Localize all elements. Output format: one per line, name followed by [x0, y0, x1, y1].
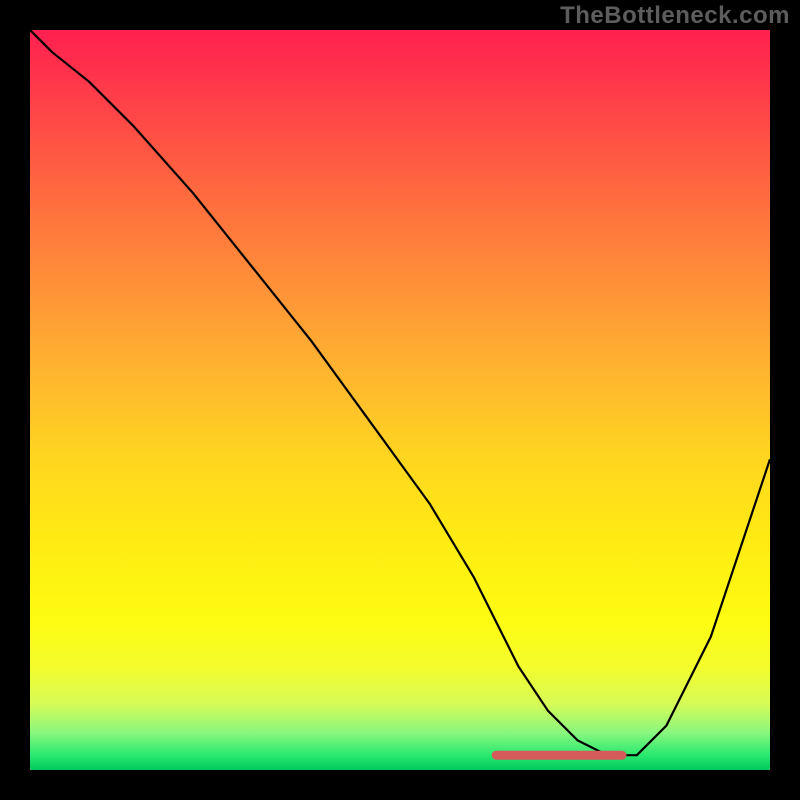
plot-area — [30, 30, 770, 770]
watermark-text: TheBottleneck.com — [560, 2, 790, 30]
data-curve — [30, 30, 770, 755]
chart-frame: TheBottleneck.com — [0, 0, 800, 800]
chart-svg — [30, 30, 770, 770]
